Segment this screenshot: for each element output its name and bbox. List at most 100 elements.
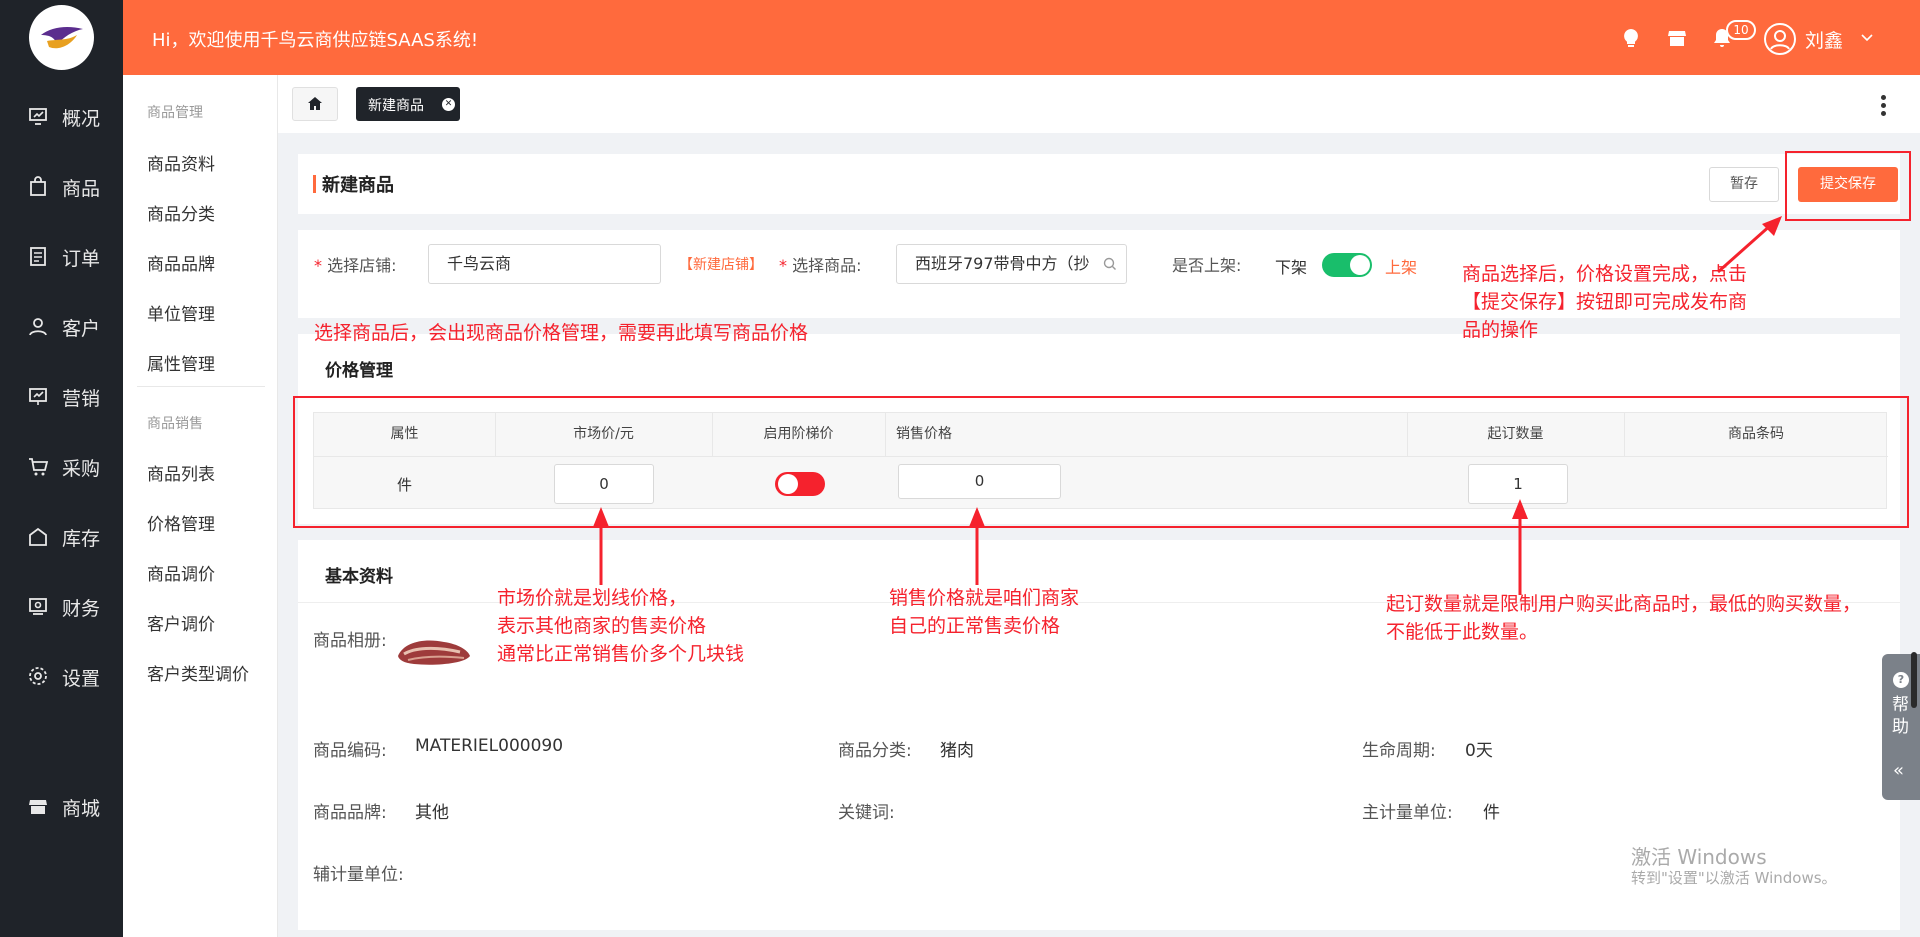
home-tab[interactable] <box>292 87 338 121</box>
category-value: 猪肉 <box>940 741 974 761</box>
nav-item-3[interactable]: 客户 <box>0 306 123 346</box>
store-select[interactable]: 千鸟云商 <box>428 244 661 284</box>
brand-value: 其他 <box>415 803 449 823</box>
nav-item-4[interactable]: 营销 <box>0 376 123 416</box>
draft-button[interactable]: 暂存 <box>1709 167 1779 202</box>
product-select[interactable]: 西班牙797带骨中方（抄 <box>896 244 1127 284</box>
keyword-label: 关键词: <box>838 803 895 823</box>
store-label: * 选择店铺: <box>314 256 397 275</box>
submenu-item[interactable]: 客户类型调价 <box>147 660 249 685</box>
shelf-off-label: 下架 <box>1275 258 1308 277</box>
submenu-item[interactable]: 商品分类 <box>147 200 215 225</box>
user-icon <box>29 318 47 336</box>
notification-badge: 10 <box>1726 20 1756 40</box>
nav-item-0[interactable]: 概况 <box>0 96 123 136</box>
shelf-on-label: 上架 <box>1385 258 1418 277</box>
nav-item-label: 营销 <box>62 388 101 410</box>
username[interactable]: 刘鑫 <box>1805 26 1843 53</box>
submenu-divider <box>137 386 265 387</box>
cart-icon <box>29 458 49 476</box>
submenu-item[interactable]: 单位管理 <box>147 300 215 325</box>
product-select-value: 西班牙797带骨中方（抄 <box>915 254 1090 273</box>
chevron-down-icon[interactable] <box>1860 33 1874 43</box>
price-section-title: 价格管理 <box>325 361 393 381</box>
app-logo[interactable] <box>29 5 94 70</box>
question-icon: ? <box>1893 672 1909 688</box>
finance-icon <box>29 598 47 615</box>
submenu-item[interactable]: 价格管理 <box>147 510 215 535</box>
logo-icon <box>41 27 83 49</box>
nav-item-9[interactable]: 商城 <box>0 786 123 826</box>
tabs-bar: 新建商品 ✕ <box>278 75 1920 133</box>
submenu-item[interactable]: 商品调价 <box>147 560 215 585</box>
user-avatar-icon <box>1770 30 1790 50</box>
brand-label: 商品品牌: <box>313 803 387 823</box>
submenu-item[interactable]: 商品列表 <box>147 460 215 485</box>
store-icon[interactable] <box>1666 27 1688 49</box>
shelf-toggle[interactable] <box>1322 253 1372 277</box>
windows-watermark-title: 激活 Windows <box>1631 845 1767 869</box>
category-label: 商品分类: <box>838 741 912 761</box>
gear-icon <box>29 667 47 685</box>
nav-item-8[interactable]: 设置 <box>0 656 123 696</box>
windows-watermark-hint: 转到"设置"以激活 Windows。 <box>1631 869 1837 887</box>
warehouse-icon <box>29 527 47 546</box>
price-highlight-box <box>293 396 1909 528</box>
submenu-group-title: 商品销售 <box>147 416 203 432</box>
nav-item-5[interactable]: 采购 <box>0 446 123 486</box>
store-icon <box>29 800 47 814</box>
nav-item-label: 商城 <box>62 798 101 820</box>
top-bar: Hi，欢迎使用千鸟云商供应链SAAS系统! 10 刘鑫 <box>123 0 1920 75</box>
nav-item-label: 商品 <box>62 178 101 200</box>
shopping-bag-icon <box>30 176 46 196</box>
left-nav: 概况商品订单客户营销采购库存财务设置商城 <box>0 0 123 937</box>
page-title: 新建商品 <box>322 175 394 196</box>
double-chevron-left-icon[interactable]: « <box>1893 760 1904 781</box>
market-price-note: 市场价就是划线价格， 表示其他商家的售卖价格 通常比正常销售价多个几块钱 <box>497 587 745 665</box>
welcome-text: Hi，欢迎使用千鸟云商供应链SAAS系统! <box>152 30 479 51</box>
lightbulb-icon[interactable] <box>1620 27 1642 49</box>
product-label: * 选择商品: <box>779 256 862 275</box>
submenu-item[interactable]: 商品资料 <box>147 150 215 175</box>
nav-item-label: 概况 <box>62 108 101 130</box>
search-icon <box>1103 257 1116 270</box>
product-thumbnail[interactable] <box>394 630 474 670</box>
lifecycle-value: 0天 <box>1465 741 1493 761</box>
meat-image-icon <box>398 640 470 665</box>
arrow-to-sale-price-icon <box>969 507 985 585</box>
new-store-link[interactable]: 【新建店铺】 <box>679 254 763 274</box>
main-unit-label: 主计量单位: <box>1362 803 1453 823</box>
submenu-item[interactable]: 商品品牌 <box>147 250 215 275</box>
nav-item-6[interactable]: 库存 <box>0 516 123 556</box>
arrow-to-min-qty-icon <box>1512 499 1528 595</box>
nav-item-label: 订单 <box>62 248 101 270</box>
nav-item-7[interactable]: 财务 <box>0 586 123 626</box>
tab-label: 新建商品 <box>368 98 424 114</box>
avatar[interactable] <box>1764 23 1796 55</box>
tab-new-product[interactable]: 新建商品 ✕ <box>356 87 460 121</box>
close-icon[interactable]: ✕ <box>442 98 455 111</box>
aux-unit-label: 辅计量单位: <box>313 865 404 885</box>
home-icon <box>308 97 322 110</box>
min-qty-note: 起订数量就是限制用户购买此商品时，最低的购买数量， 不能低于此数量。 <box>1386 593 1862 643</box>
basic-section-title: 基本资料 <box>325 567 393 587</box>
code-value: MATERIEL000090 <box>415 736 564 756</box>
submenu-item[interactable]: 属性管理 <box>147 350 215 375</box>
arrow-to-market-price-icon <box>593 507 609 585</box>
dashboard-icon <box>29 108 47 125</box>
title-accent <box>313 175 316 193</box>
album-label: 商品相册: <box>313 631 387 651</box>
scrollbar-thumb[interactable] <box>1911 652 1917 708</box>
submenu-item[interactable]: 客户调价 <box>147 610 215 635</box>
sub-menu: 商品管理 商品资料 商品分类 商品品牌 单位管理 属性管理 商品销售 商品列表 价格管理商… <box>123 75 278 937</box>
nav-item-1[interactable]: 商品 <box>0 166 123 206</box>
page-header-card: 新建商品 暂存 提交保存 <box>298 154 1900 214</box>
sale-price-note: 销售价格就是咱们商家 自己的正常售卖价格 <box>889 587 1080 637</box>
arrow-to-submit-icon <box>1717 216 1782 274</box>
nav-item-2[interactable]: 订单 <box>0 236 123 276</box>
nav-item-label: 财务 <box>62 598 101 620</box>
shelf-label: 是否上架: <box>1172 256 1242 275</box>
help-label: 帮助 <box>1892 695 1909 737</box>
submit-note: 商品选择后，价格设置完成，点击 【提交保存】按钮即可完成发布商 品的操作 <box>1462 263 1748 341</box>
more-menu-icon[interactable] <box>1881 95 1887 117</box>
